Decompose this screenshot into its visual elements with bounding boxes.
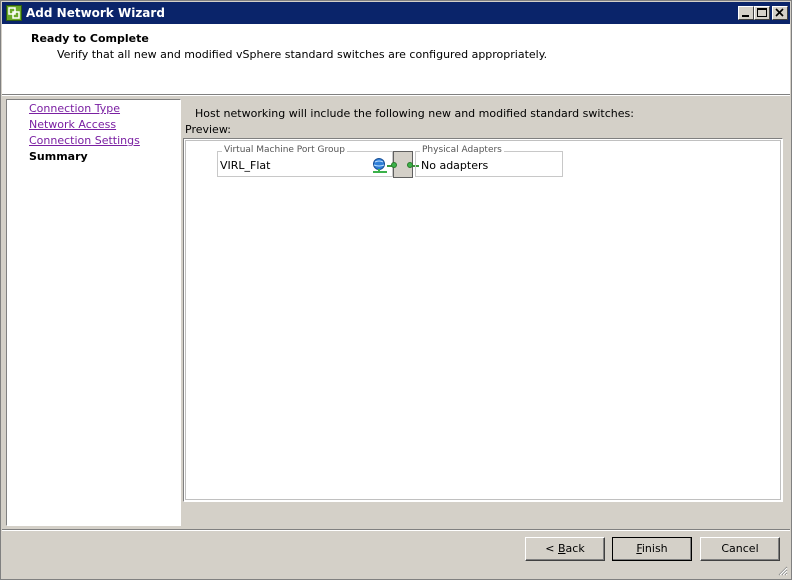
physical-adapters-legend: Physical Adapters [420, 145, 504, 155]
preview-label: Preview: [185, 123, 231, 136]
vsphere-app-icon [6, 5, 22, 21]
back-label: ack [565, 542, 585, 555]
summary-intro: Host networking will include the followi… [195, 107, 634, 120]
adapter-connector-dot [407, 162, 413, 168]
physical-adapters-box[interactable]: Physical Adapters No adapters [415, 145, 563, 177]
step-connection-settings[interactable]: Connection Settings [29, 134, 140, 147]
back-accelerator: B [558, 542, 566, 555]
maximize-button[interactable] [754, 6, 770, 20]
physical-adapters-value: No adapters [421, 159, 489, 172]
page-title: Ready to Complete [31, 32, 149, 45]
close-icon [775, 8, 784, 17]
step-summary: Summary [29, 150, 88, 163]
wizard-window: Add Network Wizard Ready to Complete Ver… [0, 0, 792, 580]
cancel-button[interactable]: Cancel [700, 537, 780, 561]
close-button[interactable] [772, 6, 788, 20]
footer-divider-highlight [2, 530, 790, 531]
maximize-icon [757, 8, 767, 17]
title-bar[interactable]: Add Network Wizard [2, 2, 790, 24]
back-prefix: < [545, 542, 558, 555]
window-title: Add Network Wizard [26, 6, 165, 20]
port-group-name: VIRL_Flat [220, 159, 271, 172]
step-connection-type[interactable]: Connection Type [29, 102, 120, 115]
page-subtitle: Verify that all new and modified vSphere… [57, 48, 548, 61]
minimize-icon [742, 15, 749, 17]
network-preview: Virtual Machine Port Group VIRL_Flat Phy… [183, 138, 783, 502]
wizard-header: Ready to Complete Verify that all new an… [2, 24, 790, 95]
port-group-connector-dot [391, 162, 397, 168]
resize-grip-icon[interactable] [776, 564, 788, 576]
preview-canvas: Virtual Machine Port Group VIRL_Flat Phy… [185, 140, 781, 500]
back-button[interactable]: < Back [525, 537, 605, 561]
minimize-button[interactable] [738, 6, 754, 20]
finish-label: inish [641, 542, 668, 555]
vm-network-icon [373, 158, 387, 173]
finish-button[interactable]: Finish [612, 537, 692, 561]
port-group-legend: Virtual Machine Port Group [222, 145, 347, 155]
port-group-box[interactable]: Virtual Machine Port Group VIRL_Flat [217, 145, 393, 177]
step-network-access[interactable]: Network Access [29, 118, 116, 131]
step-list: Connection Type Network Access Connectio… [6, 99, 181, 526]
header-divider [2, 95, 790, 96]
